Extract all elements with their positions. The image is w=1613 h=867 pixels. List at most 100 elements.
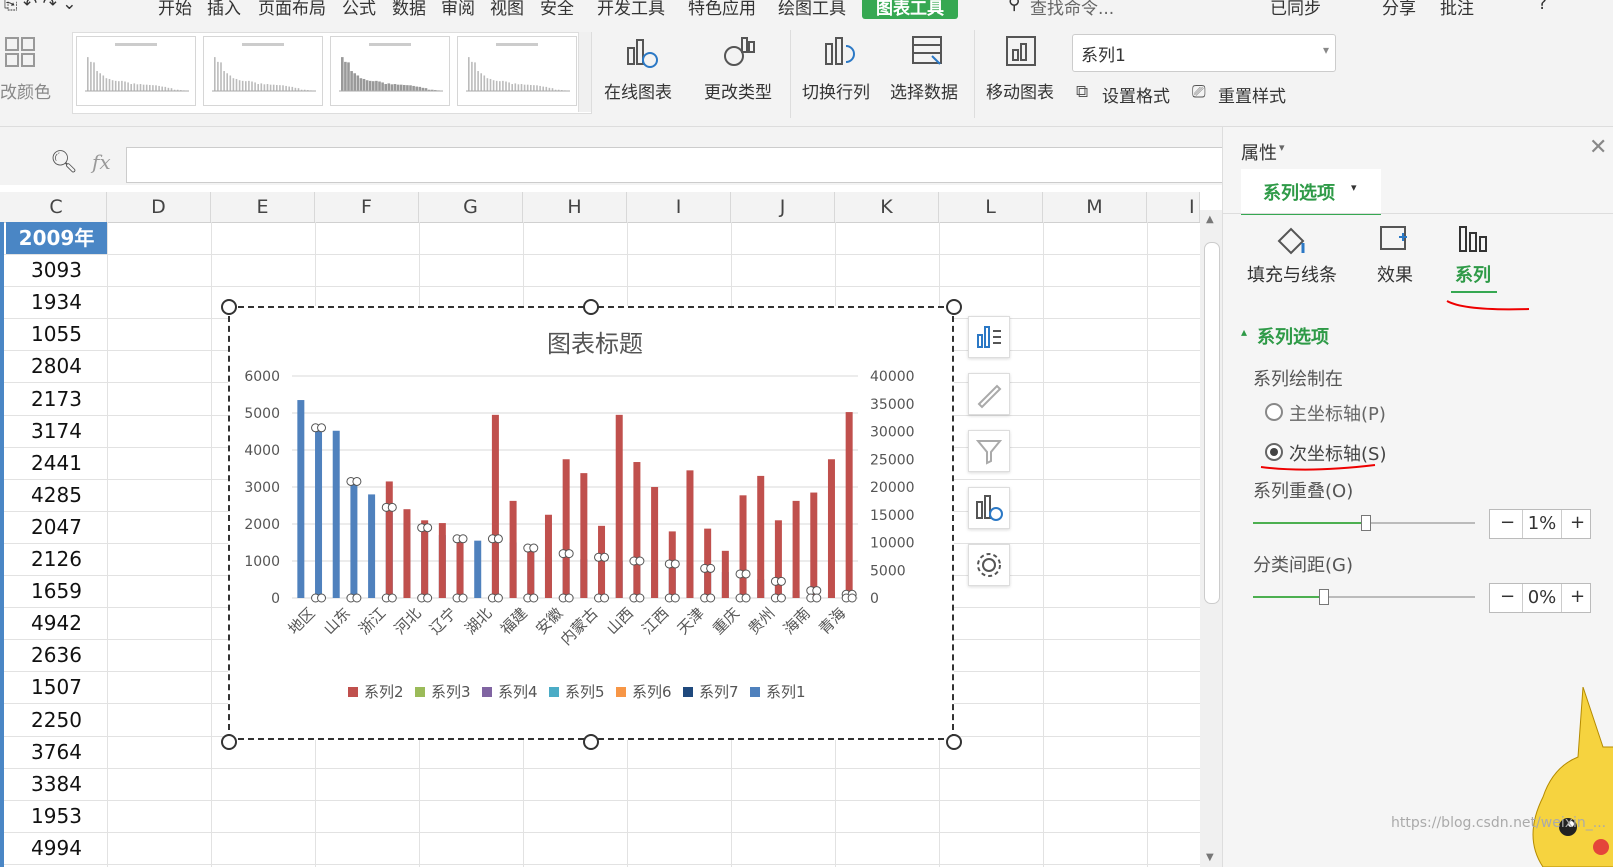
subtab-fill-line[interactable]: 填充与线条 (1247, 261, 1337, 287)
legend-entry[interactable]: 系列7 (699, 683, 739, 701)
change-type-button[interactable]: 更改类型 (704, 78, 772, 103)
series-selection-marker[interactable] (458, 534, 468, 544)
series-selection-marker[interactable] (564, 549, 574, 559)
cell-c[interactable]: 1507 (6, 671, 107, 703)
bar-系列1[interactable] (368, 494, 376, 598)
share-button[interactable]: 分享 (1382, 0, 1416, 19)
series-selection-marker[interactable] (352, 593, 362, 603)
subtab-series[interactable]: 系列 (1455, 261, 1491, 287)
comment-button[interactable]: 批注 (1440, 0, 1474, 19)
series-selection-marker[interactable] (493, 534, 503, 544)
cell-c[interactable]: 2441 (6, 447, 107, 479)
menu-view[interactable]: 视图 (490, 0, 524, 19)
series-selection-marker[interactable] (317, 593, 327, 603)
set-format-button[interactable]: 设置格式 (1102, 82, 1170, 107)
cell-c[interactable]: 1934 (6, 286, 107, 318)
bar-系列1[interactable] (332, 430, 340, 598)
help-icon[interactable]: ? (1538, 0, 1547, 14)
bar-系列2[interactable] (774, 520, 782, 598)
cell-c[interactable]: 1055 (6, 318, 107, 350)
move-chart-button[interactable]: 移动图表 (986, 78, 1054, 103)
cell-c[interactable]: 2173 (6, 383, 107, 415)
series-selection-marker[interactable] (635, 593, 645, 603)
series-selection-marker[interactable] (529, 543, 539, 553)
series-selection-marker[interactable] (706, 563, 716, 573)
switch-rowcol-button[interactable]: 切换行列 (802, 78, 870, 103)
series-selection-marker[interactable] (352, 476, 362, 486)
series-selection-marker[interactable] (529, 593, 539, 603)
series-selection-marker[interactable] (564, 593, 574, 603)
cell-c[interactable]: 4994 (6, 832, 107, 864)
bar-系列2[interactable] (491, 414, 499, 598)
cell-c[interactable]: 2047 (6, 511, 107, 543)
bar-系列1[interactable] (350, 481, 358, 598)
column-header-l[interactable]: L (939, 192, 1043, 222)
tab-series-options[interactable]: 系列选项 ▾ (1241, 169, 1381, 215)
search-command[interactable]: 查找命令... (1030, 0, 1114, 19)
cell-c[interactable]: 3384 (6, 768, 107, 800)
bar-系列2[interactable] (810, 492, 818, 598)
resize-handle-t[interactable] (583, 299, 599, 315)
cell-c[interactable]: 4285 (6, 479, 107, 511)
bar-系列2[interactable] (721, 550, 729, 598)
fx-label[interactable]: fx (92, 150, 111, 174)
cell-c[interactable]: 3764 (6, 736, 107, 768)
bar-系列2[interactable] (757, 475, 765, 598)
online-chart-icon[interactable] (624, 34, 660, 70)
close-icon[interactable]: ✕ (1589, 135, 1607, 160)
resize-handle-bl[interactable] (221, 734, 237, 750)
chart-title[interactable]: 图表标题 (547, 330, 643, 358)
bar-系列2[interactable] (633, 462, 641, 598)
bar-系列2[interactable] (651, 487, 659, 598)
legend-entry[interactable]: 系列4 (498, 683, 538, 701)
bar-系列2[interactable] (456, 536, 464, 598)
cell-c[interactable]: 2636 (6, 639, 107, 671)
legend-entry[interactable]: 系列6 (632, 683, 672, 701)
bar-系列2[interactable] (598, 525, 606, 598)
bar-系列2[interactable] (403, 509, 411, 598)
cell-c-header[interactable]: 2009年 (6, 222, 107, 255)
column-header-f[interactable]: F (315, 192, 419, 222)
chart-style-3[interactable] (330, 36, 450, 106)
panel-title[interactable]: 属性 (1241, 139, 1277, 165)
series-selection-marker[interactable] (317, 423, 327, 433)
legend-entry[interactable]: 系列3 (431, 683, 471, 701)
online-chart-button[interactable]: 在线图表 (604, 78, 672, 103)
column-header-g[interactable]: G (419, 192, 523, 222)
formula-input[interactable] (126, 147, 1224, 183)
bar-系列2[interactable] (509, 500, 517, 598)
bar-系列2[interactable] (704, 528, 712, 598)
cell-c[interactable]: 2804 (6, 350, 107, 382)
menu-special[interactable]: 特色应用 (688, 0, 756, 19)
bar-系列2[interactable] (686, 470, 694, 598)
chart-style-1[interactable] (76, 36, 196, 106)
scroll-up-icon[interactable]: ▲ (1206, 214, 1214, 225)
series-selection-marker[interactable] (600, 552, 610, 562)
column-header-e[interactable]: E (211, 192, 315, 222)
cell-c[interactable]: 2126 (6, 543, 107, 575)
bar-系列1[interactable] (297, 400, 305, 598)
series-selection-marker[interactable] (776, 593, 786, 603)
cell-c[interactable]: 1659 (6, 575, 107, 607)
bar-系列2[interactable] (527, 545, 535, 598)
sync-status[interactable]: 已同步 (1270, 0, 1321, 19)
search-icon[interactable]: ⚲ (1008, 0, 1020, 14)
overlap-slider-knob[interactable] (1361, 515, 1371, 531)
bar-系列2[interactable] (385, 481, 393, 598)
overlap-increment[interactable]: + (1570, 512, 1585, 533)
overlap-value[interactable]: 1% (1522, 510, 1562, 538)
column-header-j[interactable]: J (731, 192, 835, 222)
select-data-icon[interactable] (910, 34, 946, 70)
series-selection-marker[interactable] (493, 593, 503, 603)
series-selection-marker[interactable] (847, 593, 857, 603)
overlap-stepper[interactable]: − 1% + (1489, 509, 1591, 539)
bar-系列2[interactable] (845, 412, 853, 598)
series-select[interactable]: 系列1 ▾ (1072, 34, 1336, 72)
zoom-search-icon[interactable]: 🔍︎ (50, 150, 78, 175)
bar-系列2[interactable] (792, 500, 800, 598)
legend-entry[interactable]: 系列2 (364, 683, 404, 701)
color-grid-icon[interactable] (4, 36, 40, 72)
series-selection-marker[interactable] (776, 576, 786, 586)
gallery-scroll[interactable] (578, 32, 591, 112)
scroll-down-icon[interactable]: ▼ (1206, 852, 1214, 863)
